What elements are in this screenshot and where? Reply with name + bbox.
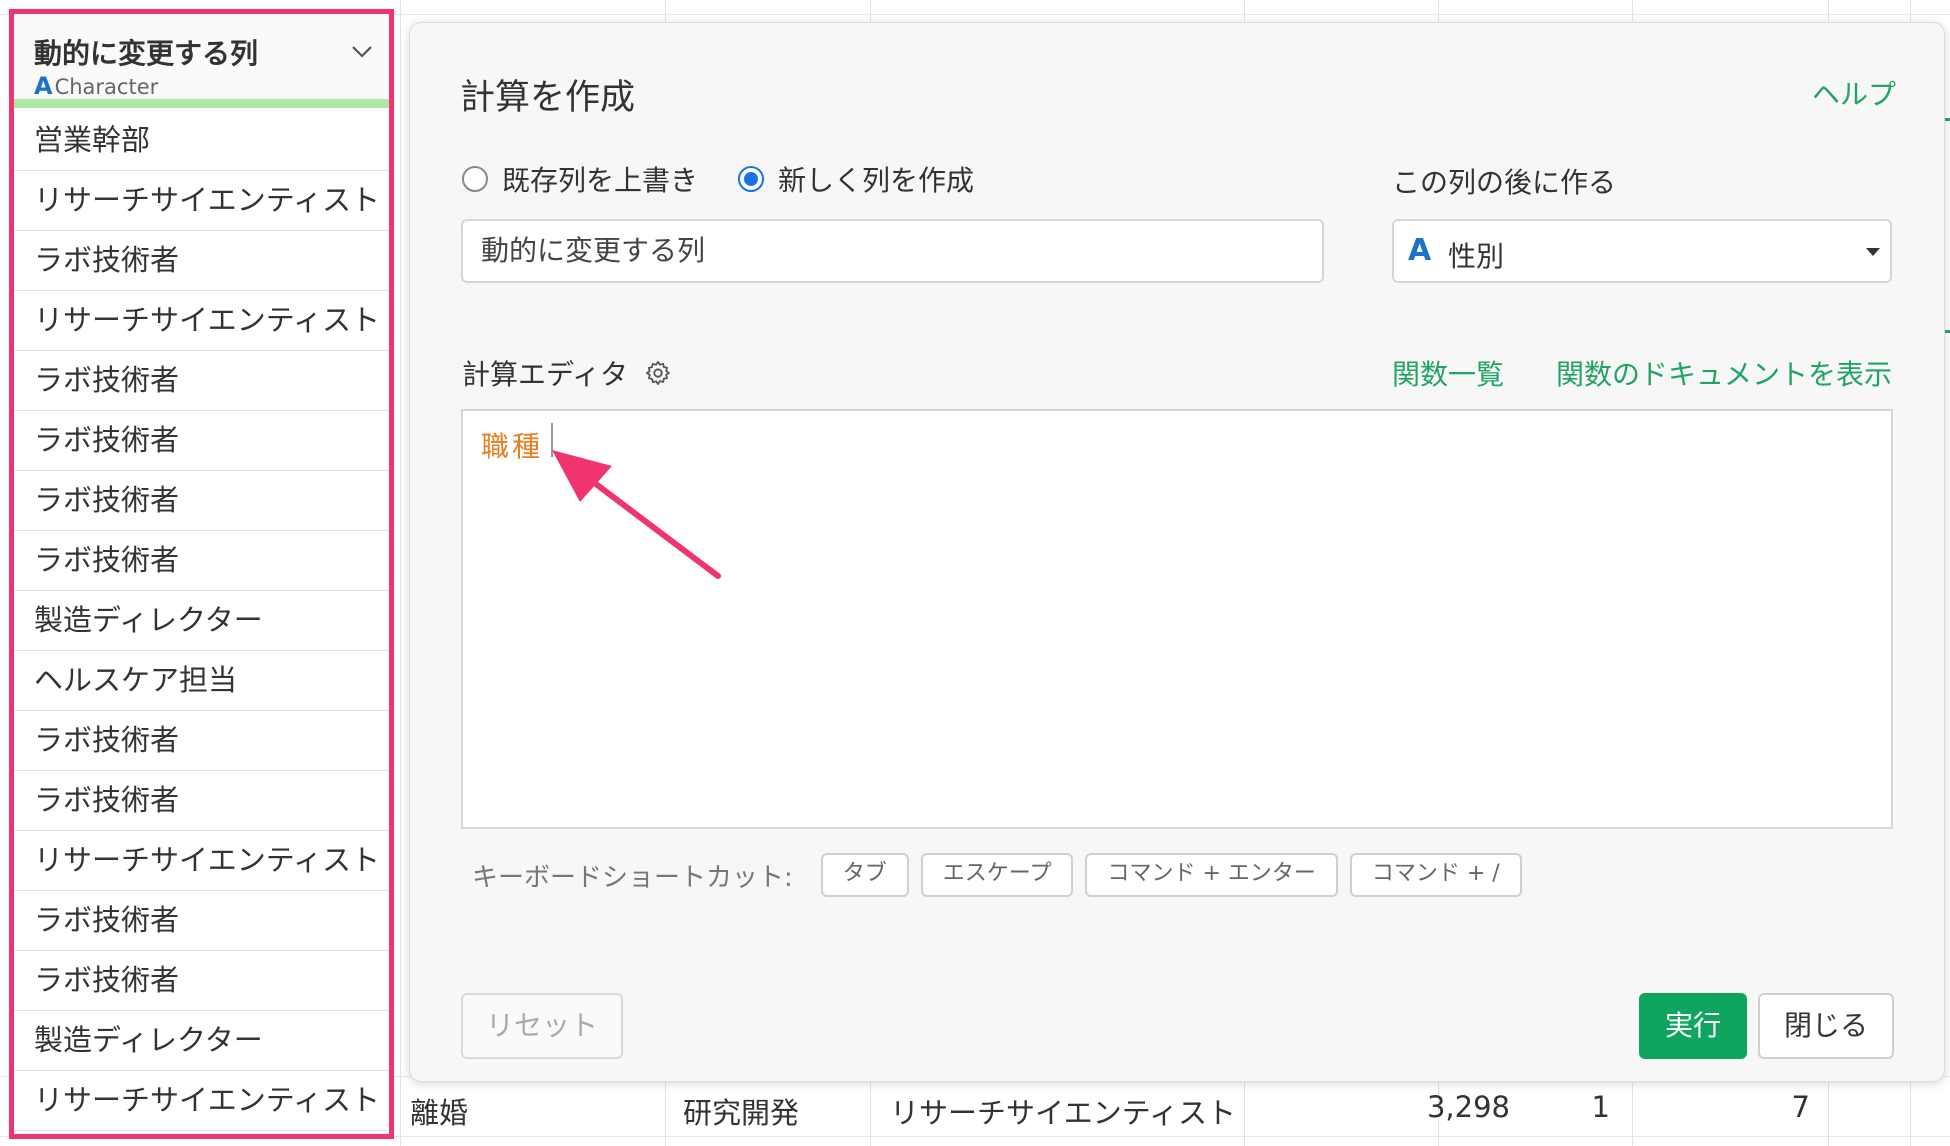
character-type-icon: A xyxy=(1408,233,1432,268)
function-docs-link[interactable]: 関数のドキュメントを表示 xyxy=(1556,353,1892,393)
function-list-link[interactable]: 関数一覧 xyxy=(1392,353,1504,393)
column-cell[interactable]: 製造ディレクター xyxy=(14,591,389,651)
column-cell[interactable]: ラボ技術者 xyxy=(14,531,389,591)
column-cell[interactable]: リサーチサイエンティスト xyxy=(14,291,389,351)
calculation-editor[interactable]: 職種 xyxy=(461,409,1893,829)
column-cell[interactable]: リサーチサイエンティスト xyxy=(14,831,389,891)
character-type-icon: A xyxy=(34,72,53,100)
shortcuts-label: キーボードショートカット: xyxy=(472,862,793,893)
column-type-label: Character xyxy=(54,75,159,99)
column-cell[interactable]: ラボ技術者 xyxy=(14,771,389,831)
column-cell[interactable]: ヘルスケア担当 xyxy=(14,651,389,711)
table-cell: リサーチサイエンティスト xyxy=(890,1096,1236,1130)
radio-overwrite[interactable] xyxy=(462,166,488,192)
table-cell: 3,298 xyxy=(1426,1090,1510,1124)
table-cell: 1 xyxy=(1591,1090,1610,1124)
chevron-down-icon[interactable] xyxy=(349,38,375,64)
column-cell[interactable]: ラボ技術者 xyxy=(14,231,389,291)
radio-new-column[interactable] xyxy=(738,166,765,192)
table-cell: 研究開発 xyxy=(683,1096,800,1130)
table-row: 離婚 研究開発 リサーチサイエンティスト 3,298 1 7 xyxy=(400,1076,1950,1136)
text-cursor xyxy=(551,423,553,457)
column-cell[interactable]: ラボ技術者 xyxy=(14,411,389,471)
editor-code: 職種 xyxy=(481,430,544,463)
column-cell[interactable]: リサーチサイエンティスト xyxy=(14,1071,389,1131)
close-button[interactable]: 閉じる xyxy=(1758,993,1894,1059)
after-column-value: 性別 xyxy=(1448,240,1505,273)
highlighted-column: 動的に変更する列 ACharacter 営業幹部 リサーチサイエンティスト ラボ技術… xyxy=(9,9,394,1139)
table-cell: 7 xyxy=(1791,1090,1810,1124)
shortcut-key: エスケープ xyxy=(920,853,1074,897)
dialog-title: 計算を作成 xyxy=(460,78,636,118)
column-cell[interactable]: ラボ技術者 xyxy=(14,471,389,531)
column-cell[interactable]: 営業幹部 xyxy=(14,111,389,171)
after-column-select[interactable]: A 性別 xyxy=(1392,219,1892,283)
column-type: ACharacter xyxy=(34,72,158,100)
shortcut-key: コマンド + / xyxy=(1349,853,1522,897)
column-cell[interactable]: ラボ技術者 xyxy=(14,351,389,411)
after-column-label: この列の後に作る xyxy=(1392,166,1617,199)
column-cells: 営業幹部 リサーチサイエンティスト ラボ技術者 リサーチサイエンティスト ラボ技術者 ラボ… xyxy=(14,111,389,1131)
mode-radio-group: 既存列を上書き 新しく列を作成 xyxy=(462,159,1014,199)
caret-down-icon xyxy=(1866,248,1880,256)
editor-label: 計算エディタ xyxy=(462,353,672,393)
reset-button[interactable]: リセット xyxy=(461,993,623,1059)
create-calculation-dialog: 計算を作成 ヘルプ 既存列を上書き 新しく列を作成 この列の後に作る 動的に変更… xyxy=(409,22,1945,1082)
column-cell[interactable]: ラボ技術者 xyxy=(14,951,389,1011)
column-title: 動的に変更する列 xyxy=(34,37,259,70)
column-cell[interactable]: ラボ技術者 xyxy=(14,891,389,951)
column-quality-bar xyxy=(14,99,389,108)
column-cell[interactable]: ラボ技術者 xyxy=(14,711,389,771)
column-cell[interactable]: 製造ディレクター xyxy=(14,1011,389,1071)
radio-overwrite-label[interactable]: 既存列を上書き xyxy=(502,159,698,199)
editor-label-text: 計算エディタ xyxy=(462,358,629,391)
radio-new-column-label[interactable]: 新しく列を作成 xyxy=(778,159,974,199)
table-cell: 離婚 xyxy=(410,1096,469,1130)
help-link[interactable]: ヘルプ xyxy=(1812,73,1896,113)
column-cell[interactable]: リサーチサイエンティスト xyxy=(14,171,389,231)
new-column-name-input[interactable]: 動的に変更する列 xyxy=(461,219,1324,283)
run-button[interactable]: 実行 xyxy=(1639,993,1747,1059)
keyboard-shortcuts: キーボードショートカット: タブ エスケープ コマンド + エンター コマンド … xyxy=(472,853,1534,897)
gear-icon[interactable] xyxy=(644,359,672,387)
shortcut-key: コマンド + エンター xyxy=(1085,853,1338,897)
column-header[interactable]: 動的に変更する列 ACharacter xyxy=(14,14,389,108)
shortcut-key: タブ xyxy=(820,853,909,897)
